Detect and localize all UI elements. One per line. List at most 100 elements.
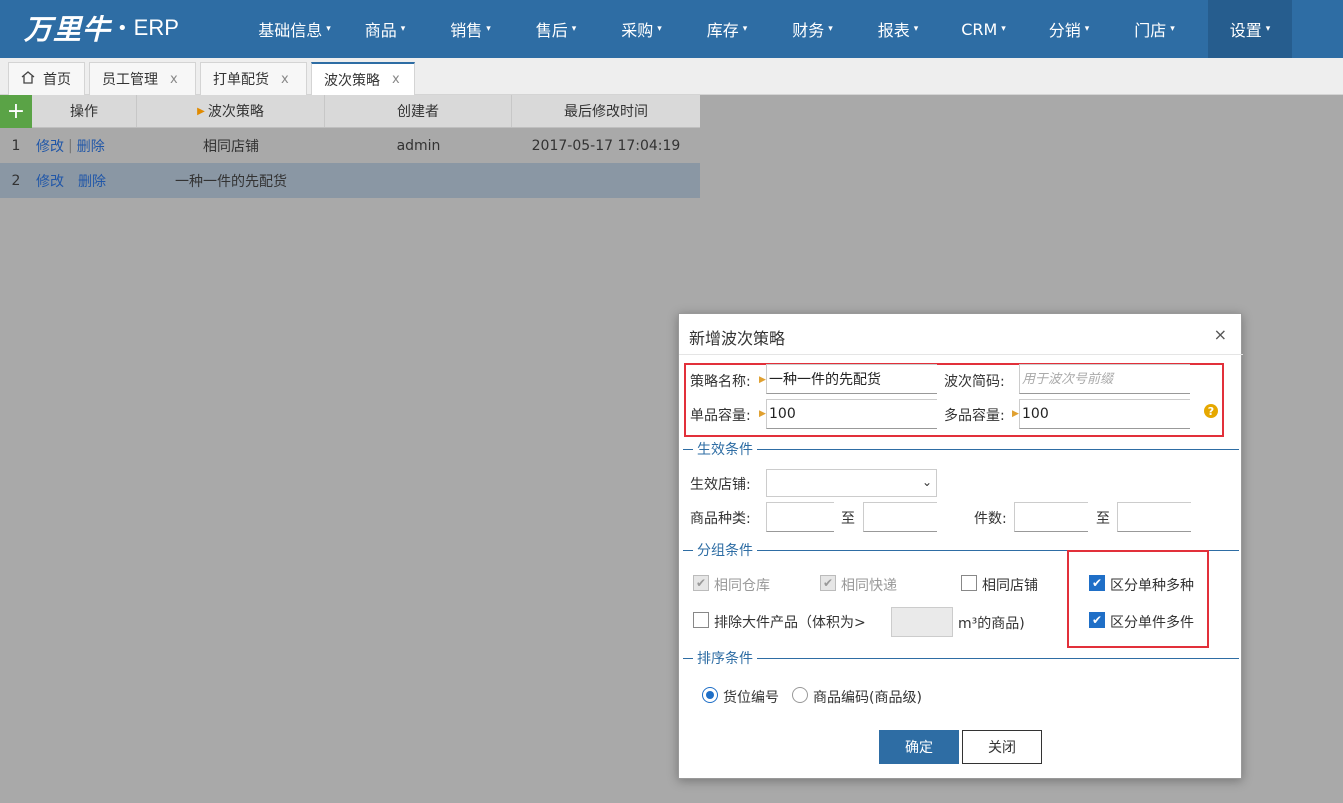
sort-goods-code-label: 商品编码(商品级) [813, 690, 922, 706]
tab-label: 波次策略 [324, 72, 380, 89]
menu-basic-info[interactable]: 基础信息 ▾ [236, 0, 353, 58]
multi-capacity-input[interactable] [1019, 399, 1190, 429]
edit-link[interactable]: 修改 [36, 171, 64, 191]
strategy-name-input[interactable] [766, 364, 937, 394]
menu-purchase[interactable]: 采购 ▾ [588, 0, 695, 58]
delete-link[interactable]: 删除 [78, 171, 106, 191]
cell-creator: admin [396, 137, 441, 154]
chevron-down-icon: ⌄ [921, 475, 932, 489]
close-icon[interactable]: x [281, 72, 289, 87]
logo-mark: 万里牛 [24, 13, 112, 46]
add-button[interactable]: + [0, 95, 32, 128]
col-header-creator: 创建者 [325, 95, 512, 127]
home-icon [21, 70, 35, 88]
caret-down-icon: ▾ [828, 24, 833, 34]
col-header-modified: 最后修改时间 [564, 104, 648, 120]
distinguish-kinds-checkbox[interactable]: ✔ [1089, 575, 1105, 591]
required-marker: ▶ [1012, 409, 1019, 419]
sort-goods-code-radio[interactable] [792, 687, 808, 703]
confirm-button[interactable]: 确定 [879, 730, 959, 764]
count-to-label: 至 [1096, 511, 1110, 527]
sort-location-label: 货位编号 [723, 690, 779, 706]
close-button[interactable]: 关闭 [962, 730, 1042, 764]
section-title: 分组条件 [697, 543, 753, 559]
main-menu: 基础信息 ▾ 商品 ▾ 销售 ▾ 售后 ▾ 采购 ▾ 库存 ▾ 财务 ▾ 报表 ▾ CRM ▾ 分… [236, 0, 1292, 58]
delete-link[interactable]: 删除 [77, 136, 105, 156]
menu-stores[interactable]: 门店 ▾ [1101, 0, 1208, 58]
single-capacity-label: 单品容量: [690, 408, 751, 424]
sort-location-radio[interactable] [702, 687, 718, 703]
menu-goods[interactable]: 商品 ▾ [353, 0, 417, 58]
tab-print-picking[interactable]: 打单配货 x [200, 62, 307, 95]
menu-inventory[interactable]: 库存 ▾ [695, 0, 759, 58]
col-header-actions: 操作 [32, 95, 137, 127]
count-label: 件数: [974, 511, 1007, 527]
volume-input[interactable] [891, 607, 953, 637]
close-icon[interactable]: × [1214, 325, 1227, 344]
table-row[interactable]: 2 修改 删除 一种一件的先配货 [0, 163, 700, 198]
distinguish-kinds-label: 区分单种多种 [1110, 578, 1194, 594]
sort-icon: ▶ [197, 105, 205, 117]
effect-store-select[interactable]: ⌄ [766, 469, 937, 497]
app-logo[interactable]: 万里牛 • ERP [24, 8, 179, 48]
row-number: 2 [11, 172, 21, 189]
row-actions: 修改 | 删除 [32, 136, 137, 156]
highlight-box-group [1067, 550, 1209, 648]
caret-down-icon: ▾ [571, 24, 577, 34]
cell-modified: 2017-05-17 17:04:19 [531, 137, 681, 154]
caret-down-icon: ▾ [1265, 24, 1271, 34]
tab-wave-strategy[interactable]: 波次策略 x [311, 62, 415, 95]
menu-distribution[interactable]: 分销 ▾ [1037, 0, 1101, 58]
menu-settings[interactable]: 设置 ▾ [1208, 0, 1292, 58]
caret-down-icon: ▾ [1170, 24, 1175, 34]
tab-label: 员工管理 [102, 72, 158, 88]
edit-link[interactable]: 修改 [36, 136, 64, 156]
tab-bar: 首页 员工管理 x 打单配货 x 波次策略 x [0, 58, 1343, 95]
caret-down-icon: ▾ [657, 24, 662, 34]
goods-kinds-label: 商品种类: [690, 511, 751, 527]
volume-unit-label: m³的商品) [958, 616, 1025, 632]
tab-home[interactable]: 首页 [8, 62, 85, 95]
wave-code-input[interactable] [1019, 364, 1190, 394]
caret-down-icon: ▾ [1084, 24, 1090, 34]
required-marker: ▶ [759, 375, 766, 385]
section-sort: 排序条件 [683, 648, 1239, 668]
menu-reports[interactable]: 报表 ▾ [866, 0, 930, 58]
col-header-strategy[interactable]: ▶ 波次策略 [137, 95, 325, 127]
section-title: 生效条件 [697, 442, 753, 458]
menu-sales[interactable]: 销售 ▾ [417, 0, 524, 58]
caret-down-icon: ▾ [913, 24, 919, 34]
same-express-label: 相同快递 [841, 578, 897, 594]
single-capacity-input[interactable] [766, 399, 937, 429]
menu-after-sales[interactable]: 售后 ▾ [524, 0, 588, 58]
close-icon[interactable]: x [392, 72, 400, 87]
cell-strategy: 相同店铺 [203, 138, 259, 155]
title-divider [679, 354, 1243, 355]
kinds-min-input[interactable] [766, 502, 834, 532]
same-express-checkbox[interactable]: ✔ [820, 575, 836, 591]
exclude-large-checkbox[interactable] [693, 612, 709, 628]
kinds-max-input[interactable] [863, 502, 937, 532]
caret-down-icon: ▾ [486, 24, 491, 34]
tab-employee-management[interactable]: 员工管理 x [89, 62, 196, 95]
top-navbar: 万里牛 • ERP 基础信息 ▾ 商品 ▾ 销售 ▾ 售后 ▾ 采购 ▾ 库存 ▾ 财务 ▾ … [0, 0, 1343, 58]
kinds-to-label: 至 [841, 511, 855, 527]
tab-label: 首页 [43, 72, 71, 88]
row-number: 1 [11, 137, 21, 154]
table-row[interactable]: 1 修改 | 删除 相同店铺 admin 2017-05-17 17:04:19 [0, 128, 700, 163]
effect-store-label: 生效店铺: [690, 477, 751, 493]
count-max-input[interactable] [1117, 502, 1191, 532]
same-store-checkbox[interactable] [961, 575, 977, 591]
strategy-name-label: 策略名称: [690, 374, 751, 390]
menu-finance[interactable]: 财务 ▾ [759, 0, 866, 58]
menu-crm[interactable]: CRM ▾ [930, 0, 1037, 58]
required-marker: ▶ [759, 409, 766, 419]
distinguish-pieces-checkbox[interactable]: ✔ [1089, 612, 1105, 628]
same-warehouse-checkbox[interactable]: ✔ [693, 575, 709, 591]
caret-down-icon: ▾ [400, 24, 406, 34]
help-icon[interactable]: ? [1204, 404, 1218, 418]
wave-code-label: 波次简码: [944, 374, 1005, 390]
close-icon[interactable]: x [170, 72, 178, 87]
count-min-input[interactable] [1014, 502, 1088, 532]
multi-capacity-label: 多品容量: [944, 408, 1005, 424]
